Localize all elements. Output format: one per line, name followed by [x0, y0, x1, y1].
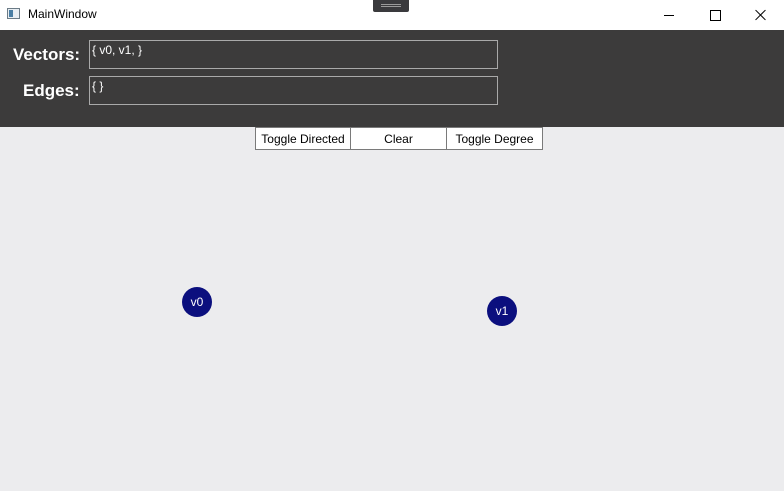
clear-button[interactable]: Clear — [351, 127, 447, 150]
app-icon — [7, 8, 20, 19]
header-panel: Vectors: { v0, v1, } Edges: { } — [0, 30, 784, 127]
graph-node-v1[interactable]: v1 — [487, 296, 517, 326]
edges-label: Edges: — [23, 81, 80, 100]
minimize-button[interactable] — [646, 0, 692, 30]
close-icon — [755, 9, 767, 21]
toggle-degree-button[interactable]: Toggle Degree — [447, 127, 543, 150]
close-button[interactable] — [738, 0, 784, 30]
edges-field[interactable]: { } — [89, 76, 498, 105]
vectors-label: Vectors: — [13, 45, 81, 64]
drag-handle[interactable] — [373, 0, 409, 12]
maximize-button[interactable] — [692, 0, 738, 30]
toggle-directed-button[interactable]: Toggle Directed — [255, 127, 351, 150]
graph-node-v0[interactable]: v0 — [182, 287, 212, 317]
minimize-icon — [664, 14, 674, 16]
maximize-icon — [709, 9, 721, 21]
title-bar[interactable]: MainWindow — [0, 0, 784, 30]
window-title: MainWindow — [28, 7, 97, 21]
vectors-field[interactable]: { v0, v1, } — [89, 40, 498, 69]
